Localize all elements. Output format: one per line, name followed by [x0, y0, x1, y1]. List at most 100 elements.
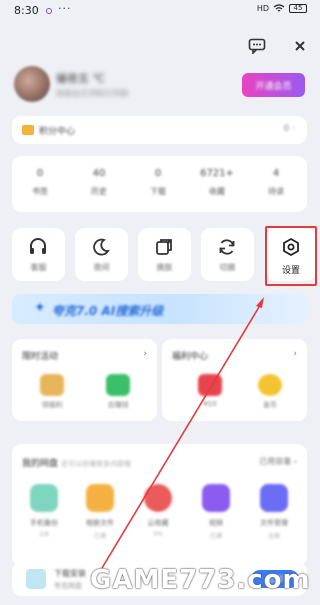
tile-label: 客服 [30, 263, 47, 272]
vip-label: 开通会员 [255, 81, 292, 92]
sparkle-icon: ✦ [34, 300, 46, 316]
welfare-card: 福利中心 › ¥10 金币 [162, 339, 307, 421]
clover-icon [106, 374, 130, 396]
drive-item[interactable]: 相册文件 已满 [74, 484, 126, 540]
stat-item[interactable]: 40 历史 [71, 168, 127, 197]
item-label: 手机备份 [30, 519, 58, 527]
profile-subtitle: 高级会员领取已到期· [56, 89, 131, 98]
coin-icon [22, 125, 34, 135]
play-icon [202, 484, 230, 512]
item-label: 金币 [263, 401, 277, 409]
stat-item[interactable]: 0 书签 [12, 168, 68, 197]
stat-label: 书签 [32, 187, 48, 196]
stat-number: 40 [92, 168, 106, 179]
tile-theme[interactable]: 换肤 [138, 228, 191, 281]
stat-number: 0 [154, 168, 162, 179]
drive-usage-link[interactable]: 已用容量 › [259, 456, 297, 467]
stat-number: 6721+ [200, 168, 234, 179]
drive-subtitle: 还可以存储很多内容哦 [60, 460, 131, 468]
points-strip[interactable]: 积分中心 0 · [12, 116, 307, 144]
item-label: 视频 [209, 519, 223, 527]
welfare-item[interactable]: 金币 [250, 374, 290, 410]
stat-label: 历史 [91, 187, 107, 196]
points-right: 0 · [283, 124, 295, 134]
gift-icon [40, 374, 64, 396]
theme-icon [156, 239, 172, 255]
close-button[interactable] [290, 36, 310, 56]
battery-icon: 45 [289, 4, 307, 13]
stat-item[interactable]: 4 待读 [248, 168, 304, 197]
vip-button[interactable]: 开通会员 [242, 73, 305, 97]
drive-item[interactable]: 文件管理 全部 [248, 484, 300, 540]
activity-item[interactable]: 领福利 [32, 374, 72, 410]
refresh-icon [219, 239, 235, 255]
coupon-icon [198, 374, 222, 396]
card-more-icon[interactable]: › [293, 349, 297, 359]
item-label: 云收藏 [147, 519, 169, 527]
card-title: 福利中心 [172, 352, 209, 362]
activity-card: 限时活动 › 领福利 去赚钱 [12, 339, 157, 421]
activity-item[interactable]: 去赚钱 [98, 374, 138, 410]
install-title: 下载安装 [54, 569, 86, 578]
drive-title: 我的网盘 还可以存储很多内容哦 [22, 456, 131, 469]
close-icon [295, 41, 305, 51]
stat-item[interactable]: 6721+ 收藏 [189, 168, 245, 197]
tile-label: 换肤 [156, 263, 173, 272]
item-label: ¥10 [203, 400, 217, 408]
drive-item[interactable]: 云收藏 5% [132, 484, 184, 538]
item-sub: 已满 [93, 533, 106, 540]
item-label: 相册文件 [86, 519, 114, 527]
avatar[interactable] [14, 66, 50, 102]
moon-icon [93, 238, 110, 256]
stat-number: 4 [272, 168, 280, 179]
stat-number: 0 [36, 168, 44, 179]
status-bar: 8:30 ··· HD 45 [0, 0, 319, 22]
signal-label: HD [256, 4, 269, 13]
tile-label: 夜间 [93, 263, 110, 272]
folder-icon [86, 484, 114, 512]
notification-dot-icon [46, 8, 52, 14]
stat-label: 下载 [150, 187, 166, 196]
card-more-icon[interactable]: › [143, 349, 147, 359]
watermark-logo: GAME773.com [90, 565, 311, 595]
highlight-box [265, 226, 317, 286]
item-sub: 5% [153, 531, 163, 538]
message-button[interactable] [247, 36, 267, 56]
install-subtitle: 夸克网盘 [54, 582, 82, 590]
status-more: ··· [58, 2, 72, 15]
message-dots-icon [248, 38, 266, 54]
welfare-item[interactable]: ¥10 [190, 374, 230, 408]
drive-title-text: 我的网盘 [22, 459, 59, 469]
item-label: 文件管理 [260, 519, 288, 527]
file-manager-icon [260, 484, 288, 512]
stat-item[interactable]: 0 下载 [130, 168, 186, 197]
headset-icon [30, 238, 46, 254]
status-time: 8:30 [14, 4, 39, 17]
item-label: 去赚钱 [107, 401, 129, 409]
item-sub: 全部 [267, 533, 280, 540]
stat-label: 收藏 [209, 187, 225, 196]
tile-service[interactable]: 客服 [12, 228, 65, 281]
drive-item[interactable]: 手机备份 2/8 [18, 484, 70, 538]
drive-item[interactable]: 视频 已满 [190, 484, 242, 540]
banner-text: 夸克7.0 AI搜索升级 [52, 304, 164, 318]
tile-night[interactable]: 夜间 [75, 228, 128, 281]
app-icon [26, 569, 46, 589]
coin-gold-icon [258, 374, 282, 396]
tile-switch[interactable]: 切换 [201, 228, 254, 281]
drive-card: 我的网盘 还可以存储很多内容哦 已用容量 › 手机备份 2/8 相册文件 已满 … [12, 444, 307, 566]
stat-label: 待读 [268, 187, 284, 196]
profile-name[interactable]: 催收五 ℃ [56, 70, 105, 86]
promo-banner[interactable]: ✦ 夸克7.0 AI搜索升级 [12, 294, 307, 324]
stats-card: 0 书签 40 历史 0 下载 6721+ 收藏 4 待读 [12, 156, 307, 212]
phone-backup-icon [30, 484, 58, 512]
points-label: 积分中心 [39, 127, 76, 137]
cloud-upload-icon [144, 484, 172, 512]
status-right: HD 45 [257, 4, 307, 13]
card-title: 限时活动 [22, 352, 59, 362]
item-sub: 2/8 [39, 531, 49, 538]
tile-label: 切换 [219, 263, 236, 272]
item-sub: 已满 [209, 533, 222, 540]
wifi-icon [273, 4, 285, 12]
item-label: 领福利 [41, 401, 63, 409]
